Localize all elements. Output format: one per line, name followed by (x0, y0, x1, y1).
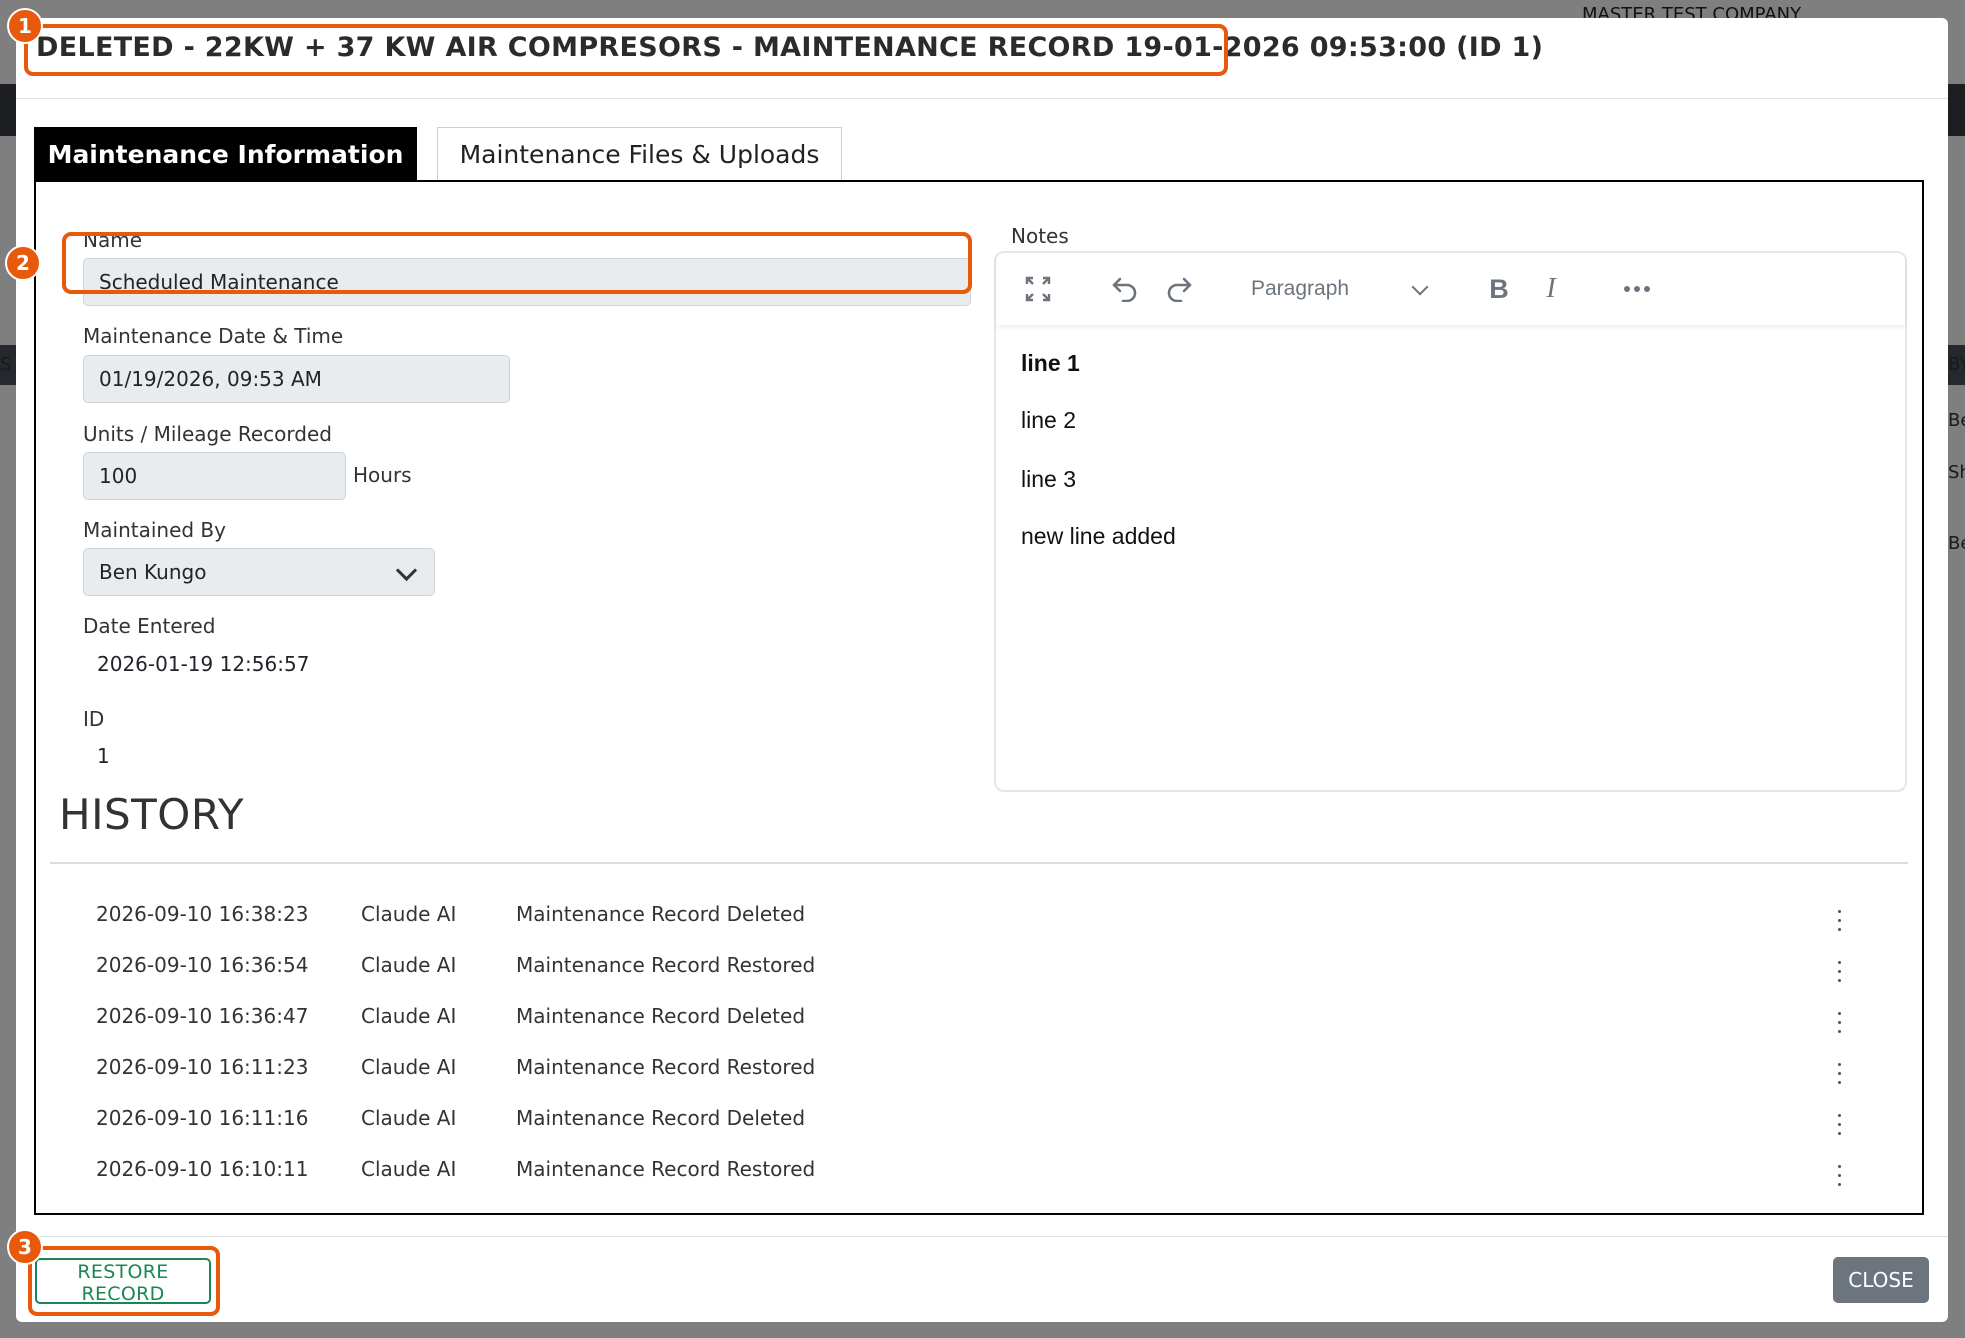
modal-footer (16, 1236, 1948, 1322)
history-action: Maintenance Record Deleted (516, 902, 806, 926)
history-action: Maintenance Record Deleted (516, 1004, 806, 1028)
history-user: Claude AI (361, 953, 457, 977)
units-suffix: Hours (353, 463, 412, 487)
maintained-by-label: Maintained By (83, 518, 226, 542)
notes-line: line 2 (1021, 407, 1076, 433)
history-user: Claude AI (361, 902, 457, 926)
notes-line: new line added (1021, 523, 1176, 549)
kebab-menu-icon[interactable] (1838, 1165, 1842, 1191)
maintenance-record-modal: DELETED - 22KW + 37 KW AIR COMPRESORS - … (16, 18, 1948, 1322)
history-action: Maintenance Record Deleted (516, 1106, 806, 1130)
notes-editor[interactable]: Paragraph B I line 1 line 2 line 3 new l… (994, 251, 1907, 792)
history-divider (50, 862, 1908, 864)
history-timestamp: 2026-09-10 16:11:23 (96, 1055, 309, 1079)
history-user: Claude AI (361, 1004, 457, 1028)
history-action: Maintenance Record Restored (516, 1157, 816, 1181)
history-user: Claude AI (361, 1055, 457, 1079)
more-icon[interactable] (1622, 275, 1652, 303)
name-field[interactable]: Scheduled Maintenance (83, 258, 971, 306)
units-field[interactable]: 100 (83, 452, 346, 500)
undo-icon[interactable] (1110, 275, 1140, 303)
maintained-by-value: Ben Kungo (99, 560, 207, 584)
chevron-down-icon (395, 559, 418, 582)
fullscreen-icon[interactable] (1024, 275, 1052, 303)
redo-icon[interactable] (1164, 275, 1194, 303)
annotation-marker-1: 1 (7, 8, 43, 44)
history-timestamp: 2026-09-10 16:10:11 (96, 1157, 309, 1181)
notes-line: line 3 (1021, 466, 1076, 492)
date-entered-value: 2026-01-19 12:56:57 (97, 652, 310, 676)
history-timestamp: 2026-09-10 16:36:54 (96, 953, 309, 977)
history-action: Maintenance Record Restored (516, 953, 816, 977)
kebab-menu-icon[interactable] (1838, 910, 1842, 936)
history-user: Claude AI (361, 1157, 457, 1181)
history-row: 2026-09-10 16:38:23 Claude AI Maintenance … (16, 902, 1906, 942)
maintenance-date-field[interactable]: 01/19/2026, 09:53 AM (83, 355, 510, 403)
units-label: Units / Mileage Recorded (83, 422, 332, 446)
history-row: 2026-09-10 16:36:54 Claude AI Maintenance … (16, 953, 1906, 993)
history-title: HISTORY (59, 790, 244, 839)
history-row: 2026-09-10 16:36:47 Claude AI Maintenance … (16, 1004, 1906, 1044)
restore-record-button[interactable]: RESTORE RECORD (35, 1258, 211, 1305)
modal-header: DELETED - 22KW + 37 KW AIR COMPRESORS - … (16, 18, 1948, 99)
tab-maintenance-files-uploads[interactable]: Maintenance Files & Uploads (437, 127, 842, 181)
history-timestamp: 2026-09-10 16:38:23 (96, 902, 309, 926)
history-row: 2026-09-10 16:11:23 Claude AI Maintenance … (16, 1055, 1906, 1095)
modal-title: DELETED - 22KW + 37 KW AIR COMPRESORS - … (36, 32, 1544, 63)
maintenance-date-label: Maintenance Date & Time (83, 324, 344, 348)
editor-toolbar: Paragraph B I (996, 253, 1905, 325)
history-user: Claude AI (361, 1106, 457, 1130)
close-button[interactable]: CLOSE (1833, 1257, 1929, 1303)
bold-icon[interactable]: B (1484, 273, 1514, 305)
italic-icon[interactable]: I (1536, 273, 1566, 305)
id-label: ID (83, 707, 105, 731)
id-value: 1 (97, 744, 110, 768)
paragraph-select[interactable]: Paragraph (1251, 277, 1349, 301)
tab-maintenance-information[interactable]: Maintenance Information (34, 127, 417, 181)
date-entered-label: Date Entered (83, 614, 216, 638)
maintained-by-select[interactable]: Ben Kungo (83, 548, 435, 596)
chevron-down-icon (1411, 278, 1429, 296)
kebab-menu-icon[interactable] (1838, 1063, 1842, 1089)
kebab-menu-icon[interactable] (1838, 961, 1842, 987)
notes-label: Notes (1011, 224, 1069, 248)
kebab-menu-icon[interactable] (1838, 1114, 1842, 1140)
kebab-menu-icon[interactable] (1838, 1012, 1842, 1038)
history-row: 2026-09-10 16:11:16 Claude AI Maintenance … (16, 1106, 1906, 1146)
notes-line: line 1 (1021, 350, 1080, 376)
annotation-marker-2: 2 (5, 245, 41, 281)
history-timestamp: 2026-09-10 16:36:47 (96, 1004, 309, 1028)
history-row: 2026-09-10 16:10:11 Claude AI Maintenance … (16, 1157, 1906, 1197)
annotation-marker-3: 3 (7, 1229, 43, 1265)
history-timestamp: 2026-09-10 16:11:16 (96, 1106, 309, 1130)
name-label: Name (83, 228, 143, 252)
history-action: Maintenance Record Restored (516, 1055, 816, 1079)
